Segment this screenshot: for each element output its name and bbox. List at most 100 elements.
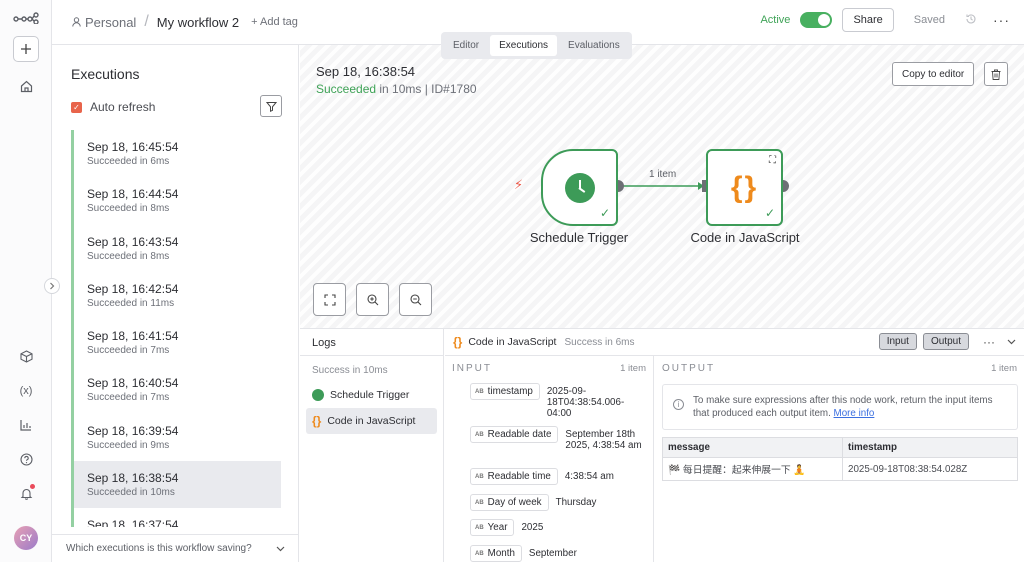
- input-field: AB Month September: [470, 545, 577, 562]
- execution-item[interactable]: Sep 18, 16:37:54: [71, 508, 281, 527]
- field-value: September 18th 2025, 4:38:54 am: [565, 429, 642, 451]
- project-link[interactable]: Personal: [72, 15, 136, 30]
- n8n-logo-icon[interactable]: [12, 6, 40, 30]
- string-type-icon: AB: [475, 473, 484, 480]
- log-node-schedule-trigger[interactable]: Schedule Trigger: [306, 382, 437, 408]
- filter-button[interactable]: [260, 95, 282, 117]
- execution-time: Sep 18, 16:43:54: [87, 234, 179, 249]
- execution-item-selected[interactable]: Sep 18, 16:38:54 Succeeded in 10ms: [71, 461, 281, 509]
- more-options-icon[interactable]: ···: [993, 12, 1010, 28]
- execution-item[interactable]: Sep 18, 16:39:54 Succeeded in 9ms: [71, 413, 281, 462]
- table-row: 🏁 每日提醒：起来伸展一下 🧘 2025-09-18T08:38:54.028Z: [662, 457, 1018, 481]
- column-header[interactable]: message: [662, 437, 843, 458]
- history-icon[interactable]: [965, 13, 977, 28]
- string-type-icon: AB: [475, 388, 484, 395]
- zoom-out-button[interactable]: [399, 283, 432, 316]
- field-value: September: [528, 548, 577, 559]
- zoom-in-icon: [366, 293, 378, 305]
- execution-status: Succeeded in 7ms: [87, 345, 170, 357]
- view-tabs: Editor Executions Evaluations: [441, 32, 632, 59]
- execution-status: Succeeded in 7ms: [87, 392, 170, 404]
- code-braces-icon: {}: [453, 335, 463, 349]
- input-field: AB timestamp 2025-09-18T04:38:54.006-04:0…: [470, 383, 633, 419]
- output-table: message timestamp 🏁 每日提醒：起来伸展一下 🧘 2025-0…: [662, 437, 1018, 481]
- output-toggle-button[interactable]: Output: [922, 333, 969, 350]
- input-count: 1 item: [620, 363, 646, 374]
- table-cell[interactable]: 🏁 每日提醒：起来伸展一下 🧘: [662, 457, 843, 481]
- execution-status: Succeeded in 9ms: [87, 439, 170, 451]
- pin-icon: ⛶: [769, 155, 776, 166]
- active-toggle[interactable]: [800, 12, 833, 28]
- execution-item[interactable]: Sep 18, 16:41:54 Succeeded in 7ms: [71, 319, 281, 367]
- share-button[interactable]: Share: [842, 8, 894, 32]
- field-key[interactable]: AB Year: [470, 519, 515, 536]
- log-node-code[interactable]: {} Code in JavaScript: [306, 408, 437, 434]
- field-key[interactable]: AB Month: [470, 545, 522, 562]
- field-key[interactable]: AB Readable time: [470, 468, 558, 485]
- execution-item[interactable]: Sep 18, 16:42:54 Succeeded in 11ms: [71, 271, 281, 320]
- expand-sidebar-button[interactable]: [44, 278, 60, 294]
- auto-refresh-label: Auto refresh: [90, 100, 156, 114]
- variables-icon[interactable]: (x): [14, 379, 38, 403]
- input-field: AB Readable time 4:38:54 am: [470, 468, 614, 485]
- table-cell[interactable]: 2025-09-18T08:38:54.028Z: [842, 457, 1018, 481]
- workflow-name[interactable]: My workflow 2: [157, 15, 239, 30]
- input-field: AB Day of week Thursday: [470, 494, 596, 511]
- string-type-icon: AB: [475, 499, 484, 506]
- output-pane[interactable]: OUTPUT 1 item i To make sure expressions…: [655, 356, 1024, 562]
- field-key[interactable]: AB Day of week: [470, 494, 549, 511]
- saving-question: Which executions is this workflow saving…: [66, 543, 252, 554]
- bell-icon[interactable]: [14, 481, 38, 505]
- saving-settings-dropdown[interactable]: Which executions is this workflow saving…: [52, 534, 299, 562]
- execution-item[interactable]: Sep 18, 16:43:54 Succeeded in 8ms: [71, 224, 281, 272]
- logs-tree: Logs Success in 10ms Schedule Trigger {}…: [300, 329, 444, 562]
- more-options-icon[interactable]: ···: [983, 335, 995, 349]
- info-icon: i: [673, 399, 684, 410]
- active-label: Active: [760, 14, 791, 26]
- more-info-link[interactable]: More info: [834, 408, 875, 419]
- schedule-trigger-node[interactable]: ✓: [541, 149, 618, 226]
- execution-time: Sep 18, 16:40:54: [87, 376, 179, 391]
- execution-time: Sep 18, 16:41:54: [87, 329, 179, 344]
- zoom-in-button[interactable]: [356, 283, 389, 316]
- execution-time: Sep 18, 16:44:54: [87, 187, 179, 202]
- workflow-canvas[interactable]: Sep 18, 16:38:54 Succeeded in 10ms | ID#…: [300, 45, 1024, 328]
- input-toggle-button[interactable]: Input: [878, 333, 917, 350]
- field-value: 2025: [521, 522, 544, 533]
- field-value: Thursday: [555, 497, 597, 508]
- tab-editor[interactable]: Editor: [444, 35, 488, 56]
- tab-evaluations[interactable]: Evaluations: [559, 35, 629, 56]
- tab-executions[interactable]: Executions: [490, 35, 558, 56]
- execution-status: Succeeded in 10ms: [87, 487, 175, 499]
- field-key[interactable]: AB timestamp: [470, 383, 540, 400]
- add-tag-button[interactable]: + Add tag: [251, 16, 298, 28]
- chevron-down-icon: [276, 546, 285, 551]
- node-detail-header: {} Code in JavaScript Success in 6ms Inp…: [445, 329, 1024, 356]
- output-header: OUTPUT: [662, 363, 716, 374]
- code-braces-icon: {}: [312, 414, 322, 428]
- code-node[interactable]: {} ⛶ ✓: [706, 149, 783, 226]
- execution-item[interactable]: Sep 18, 16:44:54 Succeeded in 8ms: [71, 177, 281, 225]
- execution-item[interactable]: Sep 18, 16:40:54 Succeeded in 7ms: [71, 366, 281, 414]
- execution-time: Sep 18, 16:37:54: [87, 518, 179, 527]
- home-icon[interactable]: [14, 74, 38, 98]
- user-avatar[interactable]: CY: [14, 526, 38, 550]
- executions-list: Sep 18, 16:45:54 Succeeded in 6ms Sep 18,…: [71, 130, 281, 527]
- field-key[interactable]: AB Readable date: [470, 426, 559, 443]
- edge-item-count: 1 item: [649, 169, 677, 180]
- breadcrumb-separator: /: [144, 13, 149, 30]
- execution-status: Succeeded in 8ms: [87, 203, 170, 215]
- filter-icon: [265, 101, 277, 112]
- column-header[interactable]: timestamp: [842, 437, 1018, 458]
- cube-icon[interactable]: [14, 344, 38, 368]
- execution-item[interactable]: Sep 18, 16:45:54 Succeeded in 6ms: [71, 130, 281, 178]
- insights-icon[interactable]: [14, 413, 38, 437]
- auto-refresh-checkbox[interactable]: ✓ Auto refresh: [71, 100, 155, 114]
- fit-view-button[interactable]: [313, 283, 346, 316]
- input-pane[interactable]: INPUT 1 item AB timestamp 2025-09-18T04:3…: [445, 356, 654, 562]
- help-icon[interactable]: [14, 447, 38, 471]
- add-button[interactable]: [13, 36, 39, 62]
- string-type-icon: AB: [475, 431, 484, 438]
- chevron-down-icon[interactable]: [1007, 339, 1016, 345]
- user-icon: [72, 17, 81, 27]
